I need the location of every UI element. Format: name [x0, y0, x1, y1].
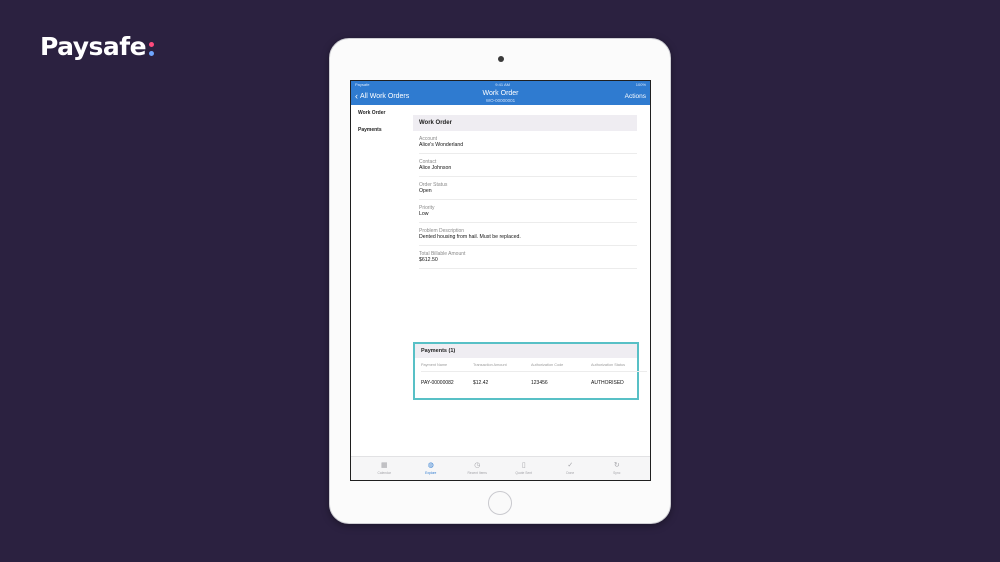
- app-screen: Paysafe 9:41 AM 100% ‹ All Work Orders W…: [350, 80, 651, 481]
- column-header: Payment Name: [421, 358, 473, 372]
- field-contact[interactable]: Contact Alice Johnson: [419, 154, 637, 177]
- tab-sync[interactable]: ↻ Sync: [597, 462, 637, 475]
- column-header: Authorization Status: [591, 358, 647, 372]
- field-value: Alice's Wonderland: [419, 142, 464, 148]
- home-button[interactable]: [488, 491, 512, 515]
- field-problem-description[interactable]: Problem Description Dented housing from …: [419, 223, 637, 246]
- nav-bar: ‹ All Work Orders Work Order WO-00000001…: [351, 88, 650, 105]
- carrier-label: Paysafe: [355, 82, 370, 87]
- section-sidebar: Work Order Payments: [351, 105, 411, 139]
- payments-table: Payment Name Transaction Amount Authoriz…: [415, 358, 647, 394]
- transaction-amount-cell: $12.42: [473, 380, 489, 386]
- tab-label: Recent Items: [467, 471, 487, 475]
- document-icon: ▯: [521, 462, 526, 469]
- work-order-header: Work Order: [413, 115, 637, 131]
- globe-icon: ◍: [427, 462, 434, 469]
- tab-label: Done: [566, 471, 575, 475]
- field-order-status[interactable]: Order Status Open: [419, 177, 637, 200]
- tab-label: Quote Sent: [515, 471, 533, 475]
- tab-label: Sync: [613, 471, 621, 475]
- sidebar-item-work-order[interactable]: Work Order: [351, 105, 411, 122]
- brand-name: Paysafe: [40, 32, 147, 61]
- tab-calendar[interactable]: ▦ Calendar: [364, 462, 404, 475]
- field-total-billable-amount[interactable]: Total Billable Amount $612.50: [419, 246, 637, 269]
- payment-name-cell[interactable]: PAY-00000082: [421, 372, 473, 394]
- authorization-code-cell: 123456: [531, 380, 548, 386]
- tab-explore[interactable]: ◍ Explore: [411, 462, 451, 475]
- calendar-icon: ▦: [380, 462, 388, 469]
- paysafe-logo: Paysafe: [40, 32, 155, 61]
- clock-label: 9:41 AM: [495, 82, 510, 87]
- tab-done[interactable]: ✓ Done: [550, 462, 590, 475]
- sync-icon: ↻: [613, 462, 620, 469]
- chevron-left-icon: ‹: [355, 91, 358, 101]
- back-button[interactable]: ‹ All Work Orders: [355, 91, 410, 101]
- field-value: $612.50: [419, 257, 438, 263]
- tab-label: Calendar: [377, 471, 391, 475]
- column-header: Authorization Code: [531, 358, 591, 372]
- tab-label: Explore: [425, 471, 437, 475]
- authorization-status-cell: AUTHORISED: [591, 380, 624, 386]
- tab-quote-sent[interactable]: ▯ Quote Sent: [504, 462, 544, 475]
- column-header: Transaction Amount: [473, 358, 531, 372]
- payments-section: Payments (1) Payment Name Transaction Am…: [413, 342, 647, 400]
- field-account[interactable]: Account Alice's Wonderland: [419, 131, 637, 154]
- ipad-device: Paysafe 9:41 AM 100% ‹ All Work Orders W…: [329, 38, 671, 524]
- payments-header: Payments (1): [415, 344, 637, 358]
- actions-button[interactable]: Actions: [625, 93, 646, 100]
- sidebar-item-payments[interactable]: Payments: [351, 122, 411, 139]
- battery-label: 100%: [635, 82, 646, 87]
- back-label: All Work Orders: [360, 93, 410, 100]
- camera-icon: [498, 56, 504, 62]
- check-icon: ✓: [567, 462, 574, 469]
- field-value: Low: [419, 211, 429, 217]
- field-priority[interactable]: Priority Low: [419, 200, 637, 223]
- bottom-tab-bar: ▦ Calendar ◍ Explore ◷ Recent Items ▯ Qu…: [351, 456, 650, 480]
- field-value: Dented housing from hail. Must be replac…: [419, 234, 521, 240]
- status-bar: Paysafe 9:41 AM 100%: [351, 81, 650, 88]
- field-value: Open: [419, 188, 432, 194]
- field-value: Alice Johnson: [419, 165, 452, 171]
- work-order-detail: Work Order Account Alice's Wonderland Co…: [413, 115, 637, 269]
- tab-recent-items[interactable]: ◷ Recent Items: [457, 462, 497, 475]
- clock-icon: ◷: [474, 462, 481, 469]
- logo-dots-icon: [149, 41, 155, 56]
